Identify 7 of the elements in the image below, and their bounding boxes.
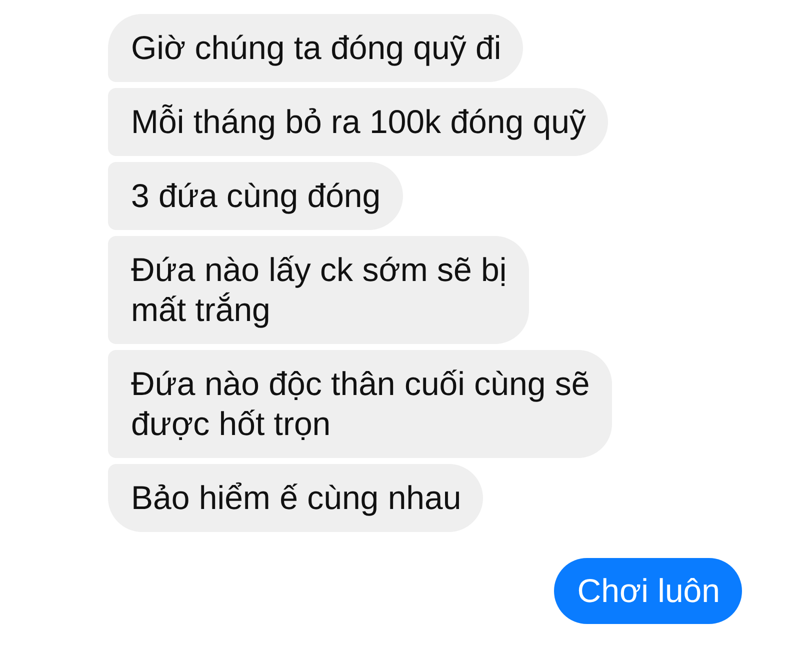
message-bubble: Mỗi tháng bỏ ra 100k đóng quỹ (108, 88, 608, 156)
message-bubble: Bảo hiểm ế cùng nhau (108, 464, 484, 532)
message-bubble: Đứa nào độc thân cuối cùng sẽ được hốt trọn (108, 350, 612, 458)
message-bubble: 3 đứa cùng đóng (108, 162, 403, 230)
message-bubble: Chơi luôn (554, 558, 742, 624)
message-bubble: Giờ chúng ta đóng quỹ đi (108, 14, 524, 82)
message-bubble: Đứa nào lấy ck sớm sẽ bị mất trắng (108, 236, 529, 344)
